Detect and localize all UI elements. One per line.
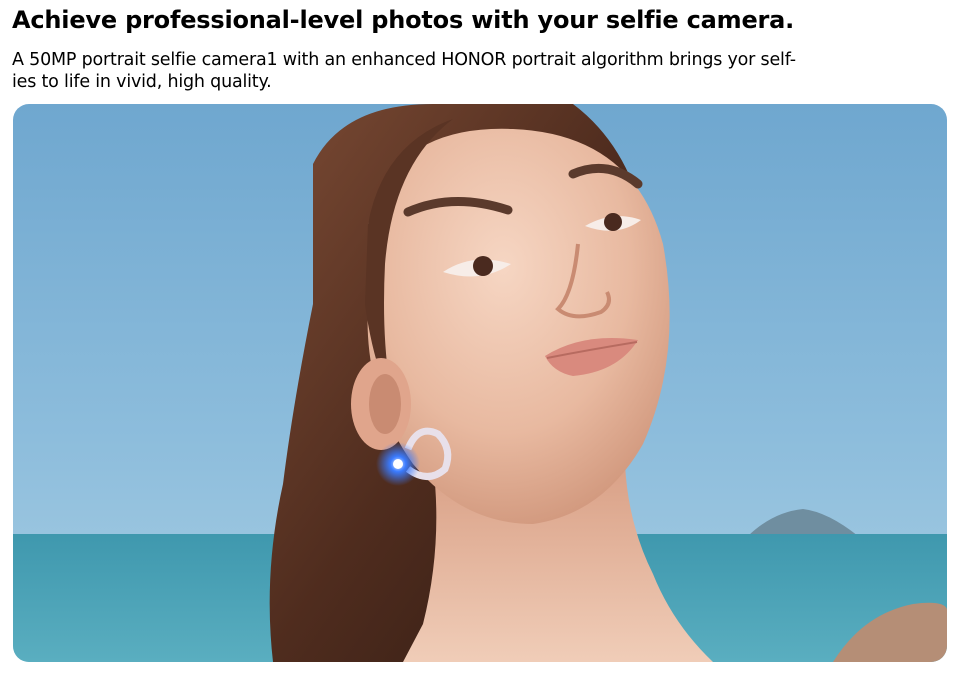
ear-inner bbox=[369, 374, 401, 434]
description-line-2: ies to life in vivid, high quality. bbox=[12, 72, 272, 92]
headline: Achieve professional-level photos with y… bbox=[12, 6, 795, 34]
left-iris bbox=[473, 256, 493, 276]
page: Achieve professional-level photos with y… bbox=[0, 0, 960, 681]
earring-gem bbox=[393, 459, 403, 469]
portrait-illustration bbox=[13, 104, 947, 662]
description-line-1: A 50MP portrait selfie camera1 with an e… bbox=[12, 50, 796, 70]
right-iris bbox=[604, 213, 622, 231]
description: A 50MP portrait selfie camera1 with an e… bbox=[12, 49, 942, 93]
selfie-portrait-photo bbox=[13, 104, 947, 662]
